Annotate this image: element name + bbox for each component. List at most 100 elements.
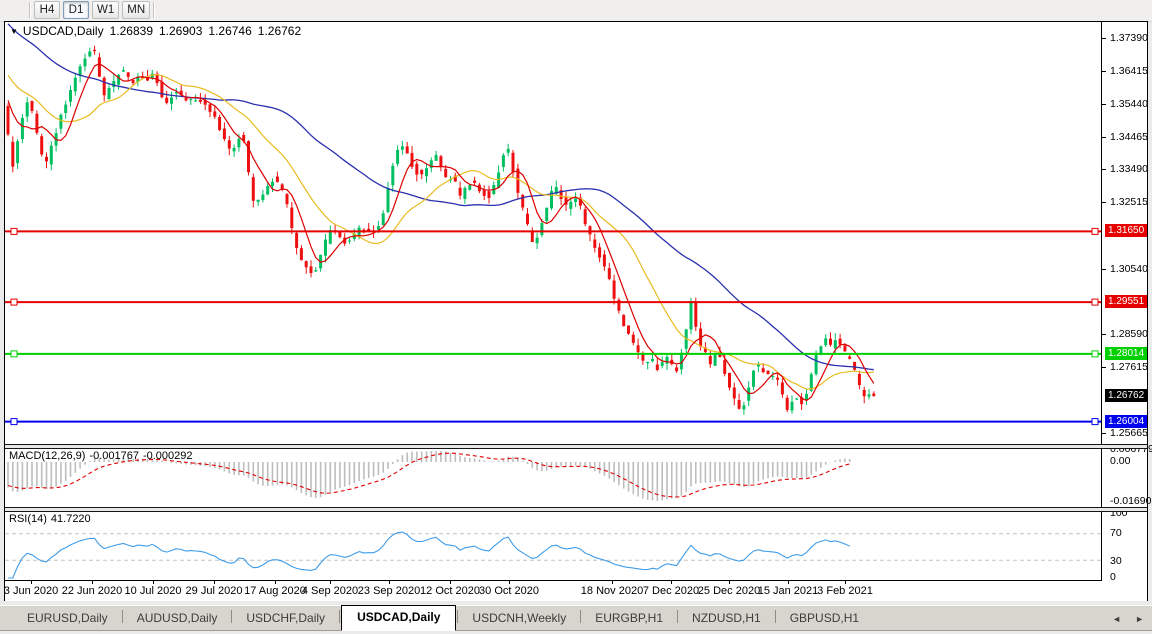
date-tick-mark bbox=[31, 581, 32, 584]
chart-tab[interactable]: USDCHF,Daily bbox=[233, 607, 338, 630]
date-tick-mark bbox=[153, 581, 154, 584]
timeframe-button-h4[interactable]: H4 bbox=[34, 1, 60, 19]
axis-tick-mark bbox=[1102, 169, 1106, 170]
tab-separator bbox=[457, 610, 458, 623]
date-axis-label: 23 Sep 2020 bbox=[358, 585, 420, 597]
price-axis-tick: 1.25665 bbox=[1110, 427, 1148, 439]
date-axis-label: 7 Dec 2020 bbox=[643, 585, 699, 597]
date-tick-mark bbox=[450, 581, 451, 584]
rsi-axis-tick: 70 bbox=[1110, 527, 1122, 539]
price-axis-tick: 1.28590 bbox=[1110, 328, 1148, 340]
chart-tab-bar: EURUSD,DailyAUDUSD,DailyUSDCHF,DailyUSDC… bbox=[0, 605, 1152, 631]
chevron-down-icon[interactable]: ▼ bbox=[10, 27, 18, 36]
price-axis-tick: 1.33490 bbox=[1110, 163, 1148, 175]
date-tick-mark bbox=[612, 581, 613, 584]
axis-tick-mark bbox=[1102, 269, 1106, 270]
date-tick-mark bbox=[330, 581, 331, 584]
macd-name: MACD(12,26,9) bbox=[9, 450, 85, 462]
price-axis-tick: 1.37390 bbox=[1110, 32, 1148, 44]
price-chart-canvas[interactable] bbox=[5, 22, 1101, 444]
chart-tab[interactable]: NZDUSD,H1 bbox=[679, 607, 774, 630]
scroll-tabs-left-icon[interactable]: ◄ bbox=[1112, 614, 1121, 624]
axis-tick-mark bbox=[1102, 202, 1106, 203]
macd-axis-tick: 0.00 bbox=[1110, 455, 1130, 467]
timeframe-button-mn[interactable]: MN bbox=[122, 1, 150, 19]
tab-separator bbox=[677, 610, 678, 623]
chart-tab[interactable]: AUDUSD,Daily bbox=[124, 607, 231, 630]
date-axis-label: 3 Jun 2020 bbox=[4, 585, 58, 597]
tab-separator bbox=[580, 610, 581, 623]
macd-axis-tick: -0.016907 bbox=[1110, 495, 1152, 507]
mt4-terminal: { "toolbar": { "timeframes": [ {"label":… bbox=[0, 0, 1152, 634]
chart-tab[interactable]: USDCNH,Weekly bbox=[459, 607, 579, 630]
timeframe-toolbar: H4 D1 W1 MN bbox=[0, 0, 1152, 22]
rsi-label: RSI(14) 41.7220 bbox=[9, 513, 95, 525]
date-tick-mark bbox=[845, 581, 846, 584]
date-tick-mark bbox=[92, 581, 93, 584]
panel-splitter[interactable] bbox=[5, 507, 1147, 512]
axis-tick-mark bbox=[1102, 367, 1106, 368]
axis-tick-mark bbox=[1102, 71, 1106, 72]
axis-tick-mark bbox=[1102, 104, 1106, 105]
rsi-axis-tick: 30 bbox=[1110, 555, 1122, 567]
date-axis-label: 12 Oct 2020 bbox=[420, 585, 480, 597]
macd-main-value: -0.001767 bbox=[89, 450, 139, 462]
date-axis-label: 4 Sep 2020 bbox=[302, 585, 358, 597]
price-axis-tick: 1.34465 bbox=[1110, 131, 1148, 143]
date-tick-mark bbox=[214, 581, 215, 584]
level-price-label: 1.29551 bbox=[1105, 295, 1147, 308]
tab-separator bbox=[339, 610, 340, 623]
axis-tick-mark bbox=[1102, 137, 1106, 138]
date-tick-mark bbox=[671, 581, 672, 584]
price-axis-tick: 1.36415 bbox=[1110, 65, 1148, 77]
date-axis-label: 10 Jul 2020 bbox=[125, 585, 182, 597]
tab-separator bbox=[775, 610, 776, 623]
timeframe-group: H4 D1 W1 MN bbox=[34, 1, 150, 19]
toolbar-separator bbox=[153, 2, 155, 18]
price-axis-tick: 1.32515 bbox=[1110, 196, 1148, 208]
macd-panel[interactable]: MACD(12,26,9)-0.001767-0.000292 bbox=[5, 449, 1101, 507]
macd-label: MACD(12,26,9)-0.001767-0.000292 bbox=[9, 450, 197, 462]
date-axis-label: 18 Nov 2020 bbox=[581, 585, 643, 597]
quote-low: 1.26746 bbox=[208, 24, 251, 38]
chart-tab-active[interactable]: USDCAD,Daily bbox=[341, 605, 456, 631]
chart-tab[interactable]: GBPUSD,H1 bbox=[777, 607, 872, 630]
timeframe-button-d1[interactable]: D1 bbox=[63, 1, 89, 19]
date-axis-label: 30 Oct 2020 bbox=[479, 585, 539, 597]
chart-symbol-period: USDCAD,Daily bbox=[23, 24, 104, 38]
quote-open: 1.26839 bbox=[110, 24, 153, 38]
level-price-label: 1.26004 bbox=[1105, 415, 1147, 428]
rsi-name: RSI(14) bbox=[9, 513, 47, 525]
price-axis[interactable]: 1.373901.364151.354401.344651.334901.325… bbox=[1101, 22, 1147, 581]
main-chart-panel[interactable]: ▼ USDCAD,Daily 1.26839 1.26903 1.26746 1.2676… bbox=[5, 22, 1101, 444]
quote-close: 1.26762 bbox=[258, 24, 301, 38]
panel-splitter[interactable] bbox=[5, 444, 1147, 449]
tab-separator bbox=[122, 610, 123, 623]
date-axis-label: 15 Jan 2021 bbox=[758, 585, 819, 597]
chart-tabs: EURUSD,DailyAUDUSD,DailyUSDCHF,DailyUSDC… bbox=[14, 605, 872, 630]
chart-window: ▼ USDCAD,Daily 1.26839 1.26903 1.26746 1.2676… bbox=[4, 21, 1148, 601]
chart-tab[interactable]: EURUSD,Daily bbox=[14, 607, 121, 630]
rsi-panel[interactable]: RSI(14) 41.7220 bbox=[5, 512, 1101, 580]
date-axis-label: 3 Feb 2021 bbox=[817, 585, 873, 597]
axis-tick-mark bbox=[1102, 433, 1106, 434]
scroll-tabs-right-icon[interactable]: ► bbox=[1135, 614, 1144, 624]
timeframe-button-w1[interactable]: W1 bbox=[92, 1, 119, 19]
toolbar-separator bbox=[29, 2, 31, 18]
date-tick-mark bbox=[389, 581, 390, 584]
price-axis-tick: 1.27615 bbox=[1110, 361, 1148, 373]
quote-high: 1.26903 bbox=[159, 24, 202, 38]
rsi-canvas[interactable] bbox=[5, 512, 1101, 580]
tab-scroll-nav: ◄ ► bbox=[1112, 614, 1144, 624]
current-price-label: 1.26762 bbox=[1105, 389, 1147, 402]
date-axis[interactable]: 3 Jun 202022 Jun 202010 Jul 202029 Jul 2… bbox=[5, 580, 1147, 601]
date-axis-label: 17 Aug 2020 bbox=[244, 585, 306, 597]
date-tick-mark bbox=[509, 581, 510, 584]
date-axis-label: 25 Dec 2020 bbox=[698, 585, 760, 597]
date-tick-mark bbox=[729, 581, 730, 584]
price-axis-tick: 1.30540 bbox=[1110, 263, 1148, 275]
level-price-label: 1.31650 bbox=[1105, 224, 1147, 237]
date-tick-mark bbox=[788, 581, 789, 584]
rsi-value: 41.7220 bbox=[51, 513, 91, 525]
chart-tab[interactable]: EURGBP,H1 bbox=[582, 607, 676, 630]
